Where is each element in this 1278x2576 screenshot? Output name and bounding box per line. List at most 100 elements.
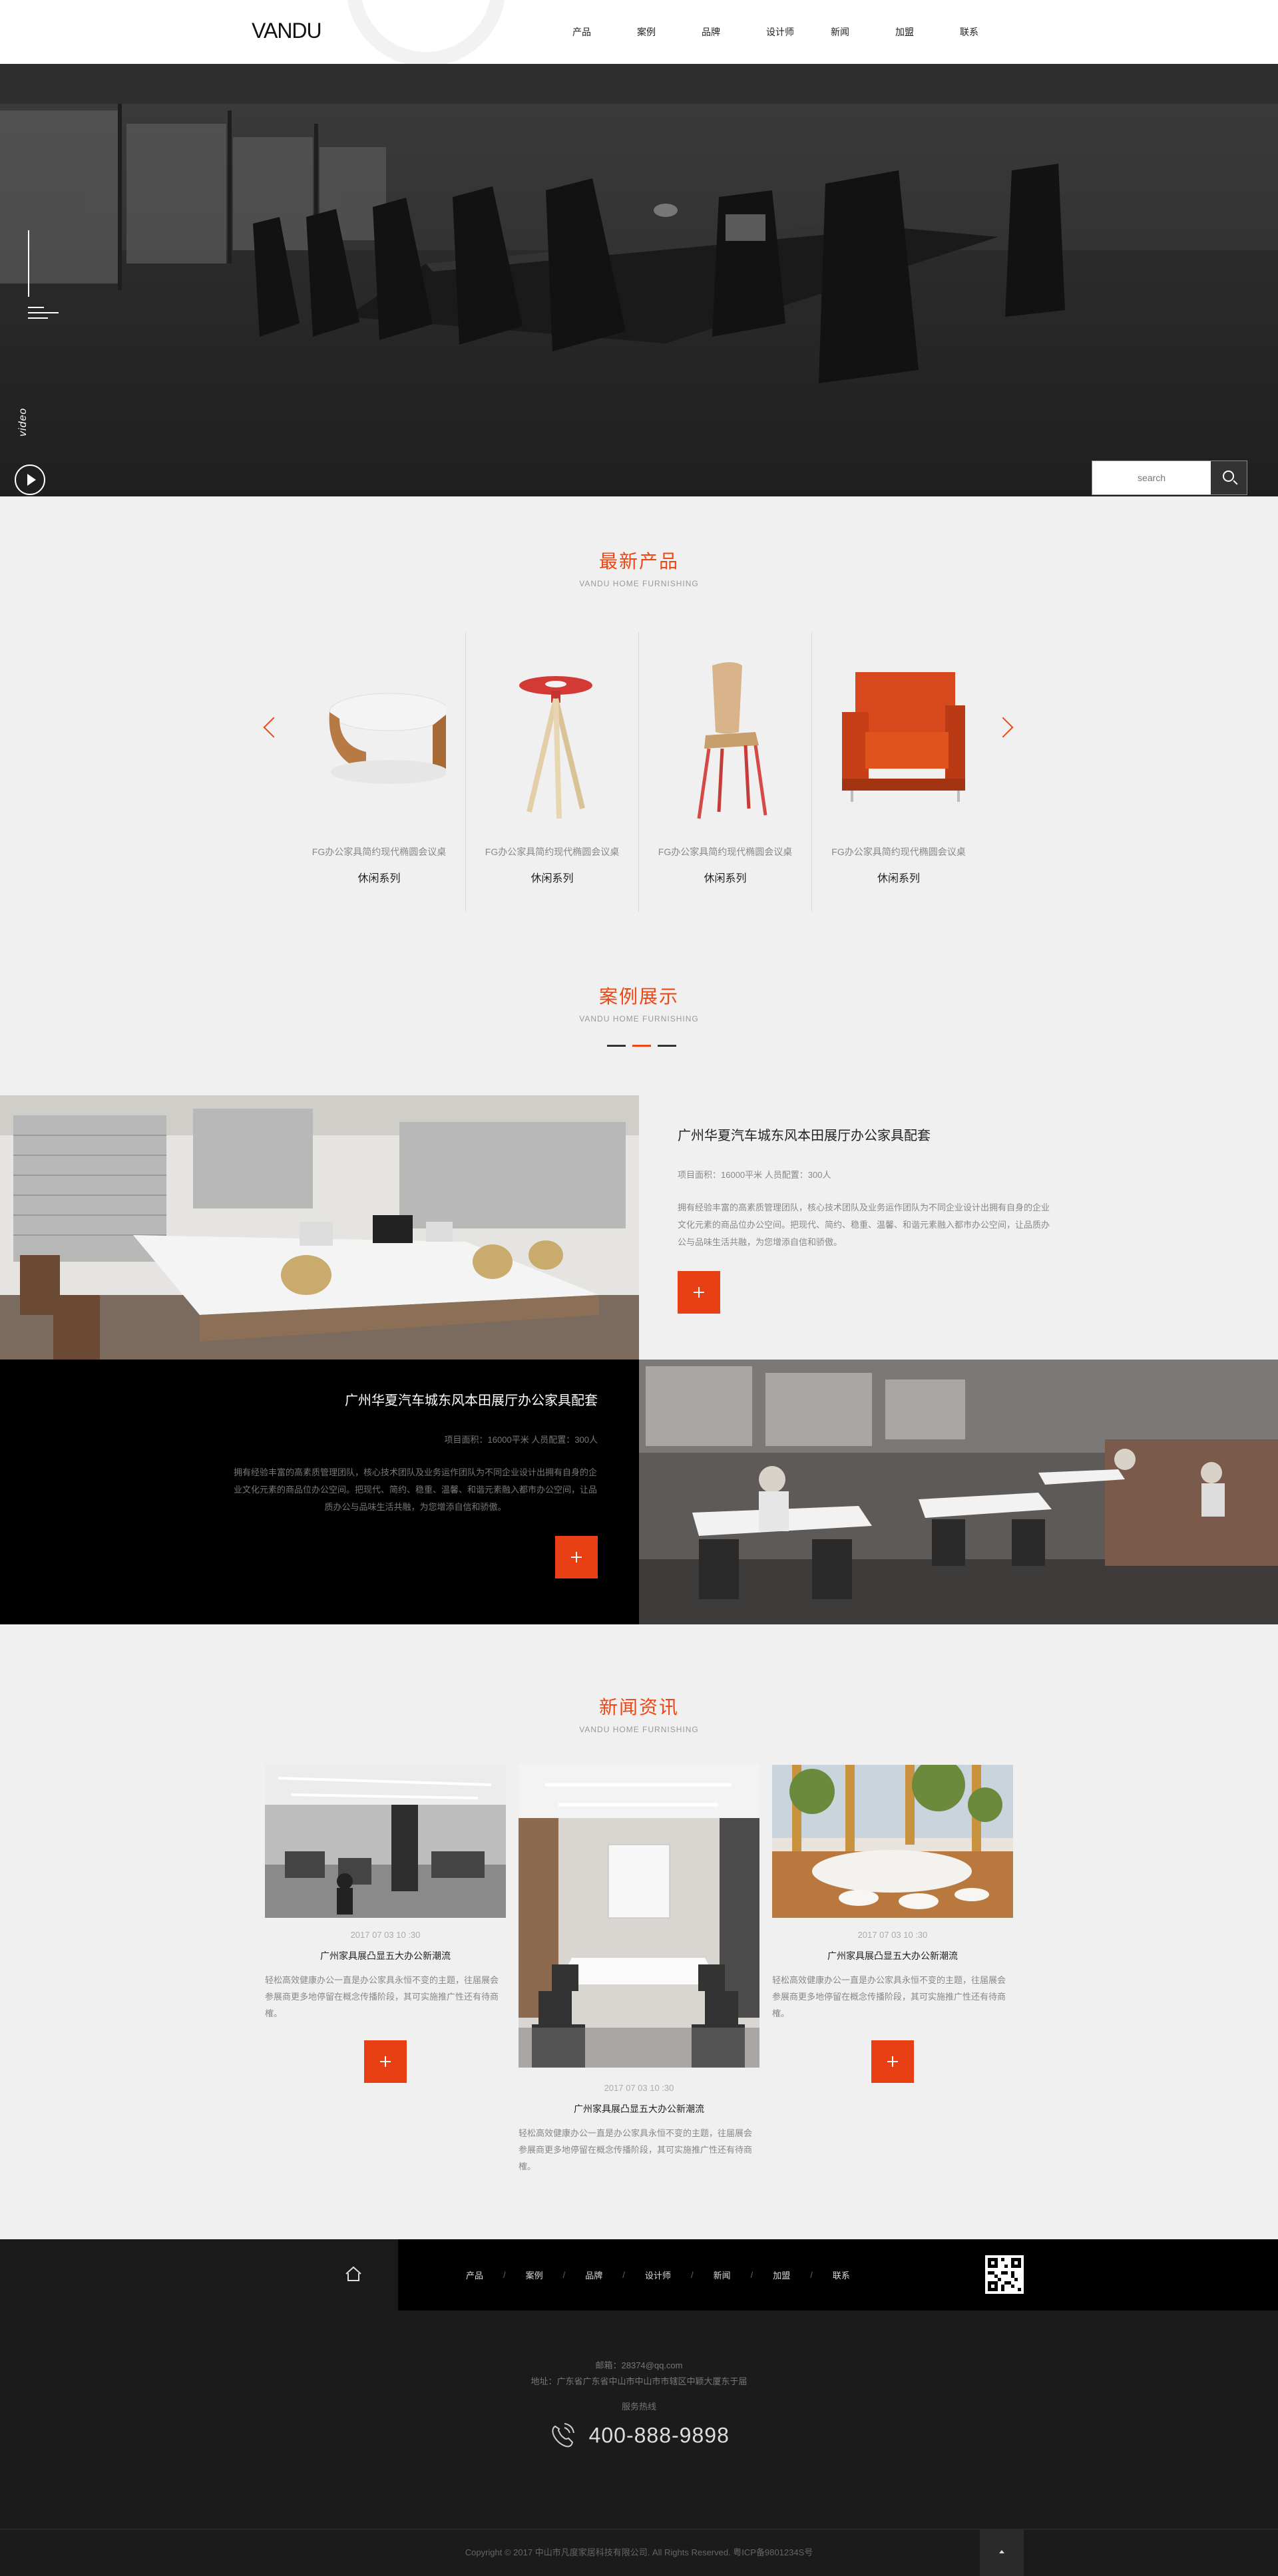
case-more-button[interactable] xyxy=(555,1536,598,1578)
hero-banner: video xyxy=(0,64,1278,496)
news-image[interactable] xyxy=(265,1765,506,1918)
news-title: 新闻资讯 xyxy=(598,1697,679,1718)
footer-home-area xyxy=(0,2239,398,2310)
footer-separator: / xyxy=(562,2270,566,2280)
video-label: video xyxy=(17,407,29,437)
cases-subtitle: VANDU HOME FURNISHING xyxy=(579,1014,699,1023)
case-info-1: 广州华夏汽车城东风本田展厅办公家具配套 项目面积：16000平米 人员配置：30… xyxy=(678,1125,1050,1314)
news-title-text[interactable]: 广州家具展凸显五大办公新潮流 xyxy=(265,1949,506,1962)
product-series: 休闲系列 xyxy=(877,873,920,884)
case-info-2: 广州华夏汽车城东风本田展厅办公家具配套 项目面积：16000平米 人员配置：30… xyxy=(233,1389,598,1578)
footer-link-contact[interactable]: 联系 xyxy=(833,2269,850,2281)
pagination-dot[interactable] xyxy=(607,1045,626,1047)
pagination-dot[interactable] xyxy=(658,1045,676,1047)
footer-separator: / xyxy=(622,2270,625,2280)
pagination-dot-active[interactable] xyxy=(632,1045,651,1047)
back-to-top-button[interactable] xyxy=(980,2529,1024,2576)
footer-link-cases[interactable]: 案例 xyxy=(526,2269,543,2281)
footer-separator: / xyxy=(690,2270,694,2280)
case-meta: 项目面积：16000平米 人员配置：300人 xyxy=(444,1435,598,1445)
products-title: 最新产品 xyxy=(598,551,679,572)
news-subtitle: VANDU HOME FURNISHING xyxy=(579,1725,699,1734)
logo-decoration xyxy=(346,0,506,64)
search-input[interactable] xyxy=(1092,461,1211,494)
news-title-text[interactable]: 广州家具展凸显五大办公新潮流 xyxy=(772,1949,1013,1962)
chevron-left-icon[interactable] xyxy=(263,717,284,738)
round-table-icon xyxy=(329,693,446,784)
chair-icon xyxy=(697,662,767,819)
news-desc: 轻松高效健康办公一直是办公家具永恒不变的主题，往届展会参展商更多地停留在概念传播… xyxy=(772,1975,1006,2018)
nav-item-designer[interactable]: 设计师 xyxy=(766,25,831,39)
home-icon[interactable] xyxy=(345,2266,362,2282)
main-nav: 产品 案例 品牌 设计师 新闻 加盟 联系 xyxy=(572,0,1024,64)
news-image[interactable] xyxy=(772,1765,1013,1918)
footer-links: 产品 / 案例 / 品牌 / 设计师 / 新闻 / 加盟 / 联系 xyxy=(466,2239,850,2310)
armchair-icon xyxy=(842,672,965,802)
product-caption: FG办公家具简约现代椭圆会议桌 xyxy=(312,846,447,857)
product-series: 休闲系列 xyxy=(531,873,574,884)
qr-code-icon xyxy=(985,2255,1024,2294)
nav-item-franchise[interactable]: 加盟 xyxy=(895,25,960,39)
nav-item-brand[interactable]: 品牌 xyxy=(702,25,766,39)
news-title-text[interactable]: 广州家具展凸显五大办公新潮流 xyxy=(519,2102,759,2116)
footer-hotline: 400-888-9898 xyxy=(0,2422,1278,2449)
news-date: 2017 07 03 10 :30 xyxy=(857,1930,928,1940)
search-bar xyxy=(1092,460,1247,495)
footer-email: 邮箱：28374@qq.com xyxy=(595,2360,683,2370)
product-item[interactable]: FG办公家具简约现代椭圆会议桌 休闲系列 xyxy=(293,632,466,912)
footer-link-franchise[interactable]: 加盟 xyxy=(773,2269,790,2281)
case-cafe-image xyxy=(639,1360,1278,1624)
product-caption: FG办公家具简约现代椭圆会议桌 xyxy=(831,846,966,857)
nav-item-cases[interactable]: 案例 xyxy=(637,25,702,39)
news-card-1: 2017 07 03 10 :30 广州家具展凸显五大办公新潮流 轻松高效健康办… xyxy=(265,1930,506,2083)
news-image[interactable] xyxy=(519,1765,759,2068)
hotline-number[interactable]: 400-888-9898 xyxy=(589,2424,730,2448)
news-card-2: 2017 07 03 10 :30 广州家具展凸显五大办公新潮流 轻松高效健康办… xyxy=(519,2083,759,2175)
footer-separator: / xyxy=(750,2270,753,2280)
footer-link-brand[interactable]: 品牌 xyxy=(585,2269,602,2281)
case-desc: 拥有经验丰富的高素质管理团队，核心技术团队及业务运作团队为不同企业设计出拥有自身… xyxy=(233,1467,597,1512)
case-more-button[interactable] xyxy=(678,1271,720,1314)
product-item[interactable]: FG办公家具简约现代椭圆会议桌 休闲系列 xyxy=(639,632,812,912)
copyright-bar: Copyright © 2017 中山市凡度家居科技有限公司. All Righ… xyxy=(0,2529,1278,2576)
news-more-button[interactable] xyxy=(871,2040,914,2083)
products-heading: 最新产品 VANDU HOME FURNISHING xyxy=(0,547,1278,588)
nav-item-news[interactable]: 新闻 xyxy=(831,25,895,39)
footer-hotline-label: 服务热线 xyxy=(621,2402,656,2412)
case-meta: 项目面积：16000平米 人员配置：300人 xyxy=(678,1170,831,1180)
product-carousel: FG办公家具简约现代椭圆会议桌 休闲系列 FG办公家具简约现代椭圆会议桌 休闲系… xyxy=(293,632,985,912)
logo[interactable]: VANDU xyxy=(252,19,322,43)
product-item[interactable]: FG办公家具简约现代椭圆会议桌 休闲系列 xyxy=(466,632,639,912)
site-header: VANDU 产品 案例 品牌 设计师 新闻 加盟 联系 xyxy=(0,0,1278,64)
chevron-right-icon[interactable] xyxy=(992,717,1014,738)
news-more-button[interactable] xyxy=(364,2040,407,2083)
product-series: 休闲系列 xyxy=(357,873,401,884)
products-subtitle: VANDU HOME FURNISHING xyxy=(579,579,699,588)
product-series: 休闲系列 xyxy=(704,873,747,884)
product-item[interactable]: FG办公家具简约现代椭圆会议桌 休闲系列 xyxy=(812,632,985,912)
product-caption: FG办公家具简约现代椭圆会议桌 xyxy=(658,846,793,857)
news-desc: 轻松高效健康办公一直是办公家具永恒不变的主题，往届展会参展商更多地停留在概念传播… xyxy=(519,2128,753,2171)
play-video-icon[interactable] xyxy=(15,464,45,495)
nav-item-contact[interactable]: 联系 xyxy=(960,25,1024,39)
product-caption: FG办公家具简约现代椭圆会议桌 xyxy=(485,846,620,857)
news-desc: 轻松高效健康办公一直是办公家具永恒不变的主题，往届展会参展商更多地停留在概念传播… xyxy=(265,1975,499,2018)
case-desc: 拥有经验丰富的高素质管理团队，核心技术团队及业务运作团队为不同企业设计出拥有自身… xyxy=(678,1202,1050,1247)
footer-address: 地址：广东省广东省中山市中山市市辖区中颖大厦东于届 xyxy=(531,2376,747,2386)
copyright-text: Copyright © 2017 中山市凡度家居科技有限公司. All Righ… xyxy=(465,2547,813,2557)
footer-link-news[interactable]: 新闻 xyxy=(714,2269,731,2281)
search-icon[interactable] xyxy=(1211,461,1247,494)
cases-heading: 案例展示 VANDU HOME FURNISHING xyxy=(0,982,1278,1023)
footer-link-products[interactable]: 产品 xyxy=(466,2269,483,2281)
menu-icon[interactable] xyxy=(28,307,60,324)
stool-icon xyxy=(519,676,592,819)
case-office-image xyxy=(0,1095,639,1360)
footer-link-designer[interactable]: 设计师 xyxy=(645,2269,671,2281)
hero-meeting-room-image xyxy=(0,64,1278,496)
news-card-3: 2017 07 03 10 :30 广州家具展凸显五大办公新潮流 轻松高效健康办… xyxy=(772,1930,1013,2083)
footer-nav-bar: 产品 / 案例 / 品牌 / 设计师 / 新闻 / 加盟 / 联系 xyxy=(0,2239,1278,2310)
case-title: 广州华夏汽车城东风本田展厅办公家具配套 xyxy=(678,1129,931,1143)
nav-item-products[interactable]: 产品 xyxy=(572,25,637,39)
news-date: 2017 07 03 10 :30 xyxy=(350,1930,421,1940)
hero-side-line xyxy=(28,230,29,297)
